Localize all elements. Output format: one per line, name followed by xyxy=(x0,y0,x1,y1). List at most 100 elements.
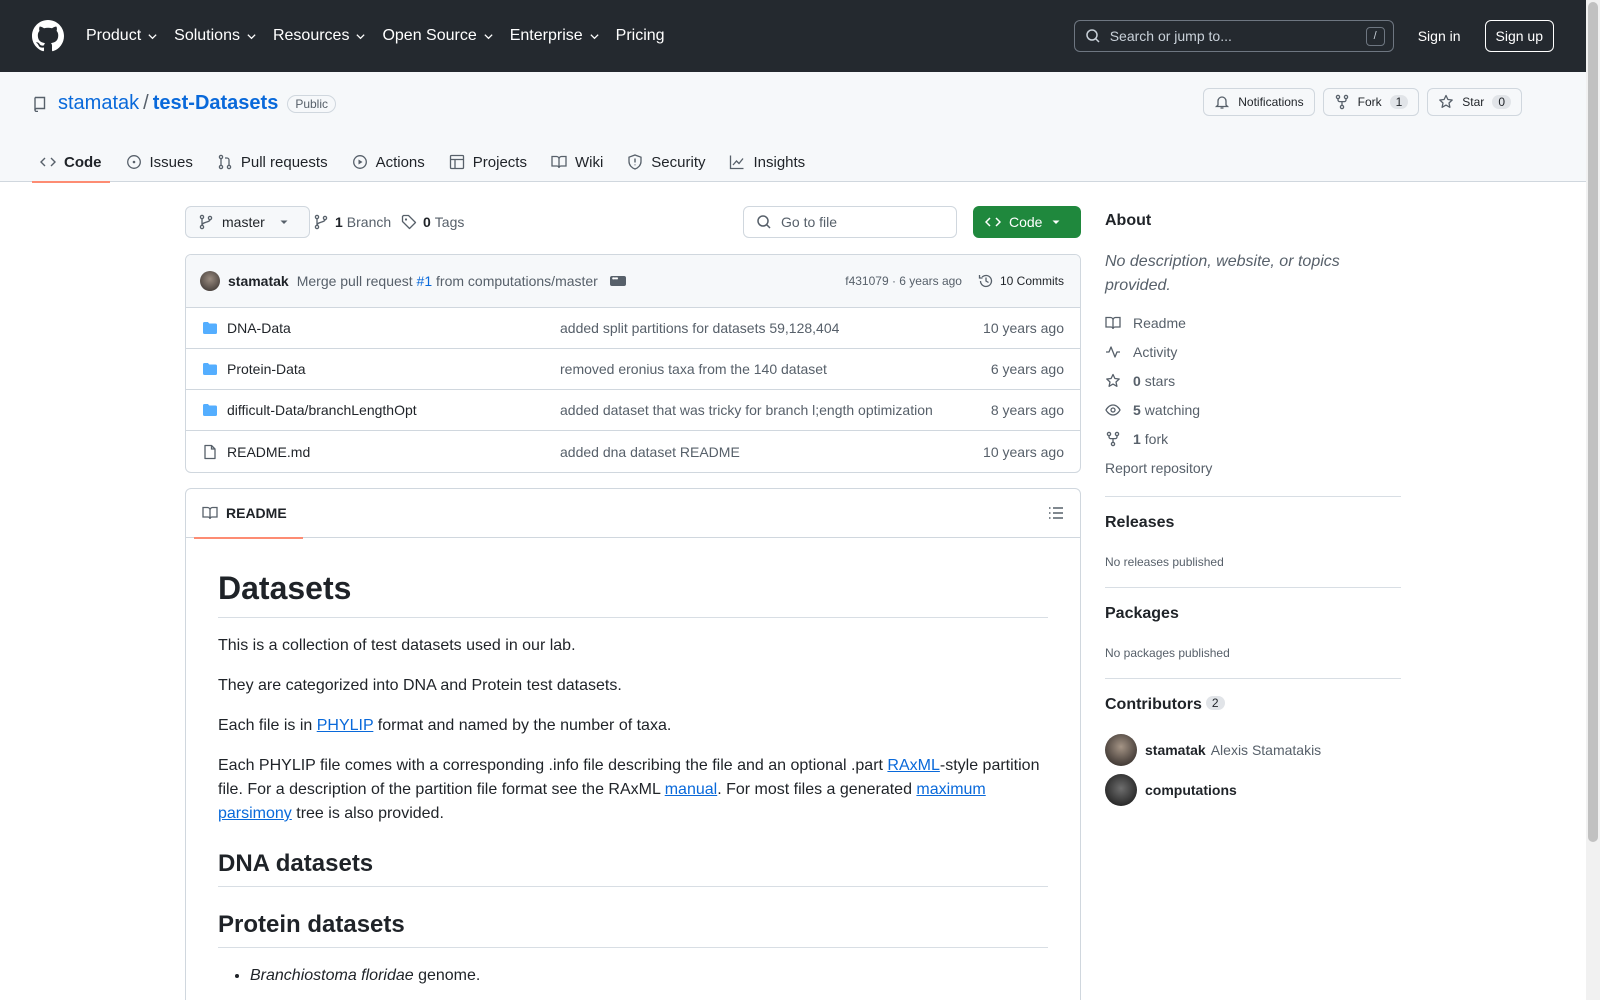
notifications-button[interactable]: Notifications xyxy=(1203,88,1315,116)
list-item: Branchiostoma floridae genome. xyxy=(250,964,1048,988)
tab-issues[interactable]: Issues xyxy=(118,142,201,182)
nav-resources[interactable]: Resources xyxy=(273,27,366,45)
latest-commit-row: stamatak Merge pull request #1 from comp… xyxy=(186,255,1080,308)
commits-history-link[interactable]: 10 Commits xyxy=(978,273,1064,289)
sign-in-link[interactable]: Sign in xyxy=(1410,22,1469,50)
readme-link[interactable]: Readme xyxy=(1105,308,1200,337)
chevron-down-icon xyxy=(356,33,366,39)
star-count: 0 xyxy=(1492,95,1511,109)
commit-message[interactable]: Merge pull request #1 from computations/… xyxy=(297,273,598,289)
file-name[interactable]: DNA-Data xyxy=(227,320,291,336)
tab-pull-requests[interactable]: Pull requests xyxy=(209,142,336,182)
contributor-item[interactable]: computations xyxy=(1105,774,1242,806)
avatar[interactable] xyxy=(1105,774,1137,806)
pulse-icon xyxy=(1106,345,1120,358)
repo-name-link[interactable]: test-Datasets xyxy=(153,92,279,115)
contributor-item[interactable]: stamatak Alexis Stamatakis xyxy=(1105,734,1321,766)
code-dropdown-button[interactable]: Code xyxy=(973,206,1081,238)
manual-link[interactable]: manual xyxy=(665,781,717,798)
avatar[interactable] xyxy=(1105,734,1137,766)
search-placeholder: Search or jump to... xyxy=(1109,28,1232,44)
file-commit-message[interactable]: added split partitions for datasets 59,1… xyxy=(560,320,839,336)
releases-heading[interactable]: Releases xyxy=(1105,514,1174,532)
file-name[interactable]: difficult-Data/branchLengthOpt xyxy=(227,402,417,418)
file-row[interactable]: Protein-Data removed eronius taxa from t… xyxy=(186,349,1080,390)
readme-subheading: DNA datasets xyxy=(218,850,1048,887)
file-row[interactable]: README.md added dna dataset README 10 ye… xyxy=(186,431,1080,472)
nav-pricing[interactable]: Pricing xyxy=(616,27,665,45)
scrollbar-thumb[interactable] xyxy=(1588,2,1598,842)
fork-button[interactable]: Fork 1 xyxy=(1322,88,1420,116)
file-icon xyxy=(204,444,216,459)
chevron-down-icon xyxy=(247,33,256,39)
commit-author[interactable]: stamatak xyxy=(228,273,289,289)
packages-heading[interactable]: Packages xyxy=(1105,605,1179,623)
pr-link[interactable]: #1 xyxy=(417,273,433,289)
tag-count: 0 xyxy=(423,214,431,230)
report-repository-link[interactable]: Report repository xyxy=(1105,460,1212,476)
global-header: Product Solutions Resources Open Source … xyxy=(0,0,1586,72)
repo-owner-link[interactable]: stamatak xyxy=(58,92,139,115)
git-branch-icon xyxy=(199,214,213,230)
branch-selector[interactable]: master xyxy=(185,206,310,238)
readme-tab[interactable]: README xyxy=(194,489,303,539)
tab-insights[interactable]: Insights xyxy=(721,142,813,182)
watching-link[interactable]: 5 watching xyxy=(1105,395,1200,424)
book-icon xyxy=(202,506,218,520)
file-name[interactable]: Protein-Data xyxy=(227,361,306,377)
sidebar-divider xyxy=(1105,496,1401,497)
code-icon xyxy=(40,157,56,167)
tab-code[interactable]: Code xyxy=(32,142,110,183)
phylip-link[interactable]: PHYLIP xyxy=(317,717,374,734)
branches-link[interactable]: 1 Branch xyxy=(313,206,391,238)
github-logo-icon[interactable] xyxy=(32,20,64,52)
list-outline-icon[interactable] xyxy=(1048,505,1064,521)
global-search-input[interactable]: Search or jump to... / xyxy=(1073,20,1394,52)
readme-content: Datasets This is a collection of test da… xyxy=(186,538,1080,1000)
star-icon xyxy=(1106,373,1120,387)
sign-up-button[interactable]: Sign up xyxy=(1484,20,1554,52)
readme-panel: README Datasets This is a collection of … xyxy=(185,488,1081,1000)
tab-wiki[interactable]: Wiki xyxy=(543,142,611,182)
file-date: 6 years ago xyxy=(990,361,1064,377)
file-commit-message[interactable]: added dna dataset README xyxy=(560,444,740,460)
file-row[interactable]: difficult-Data/branchLengthOpt added dat… xyxy=(186,390,1080,431)
contributor-login[interactable]: stamatak xyxy=(1145,742,1206,758)
branch-name: master xyxy=(222,214,265,230)
tab-projects[interactable]: Projects xyxy=(441,142,535,182)
commit-details-toggle[interactable] xyxy=(609,274,626,286)
avatar[interactable] xyxy=(200,271,220,291)
table-icon xyxy=(449,154,464,170)
file-name[interactable]: README.md xyxy=(227,444,310,460)
tags-link[interactable]: 0 Tags xyxy=(401,206,464,238)
page-scrollbar[interactable] xyxy=(1586,0,1600,1000)
forks-link[interactable]: 1 fork xyxy=(1105,424,1200,453)
tab-actions[interactable]: Actions xyxy=(344,142,433,182)
repo-path-separator: / xyxy=(143,92,149,114)
nav-enterprise[interactable]: Enterprise xyxy=(510,27,600,45)
activity-link[interactable]: Activity xyxy=(1105,337,1200,366)
contributor-login[interactable]: computations xyxy=(1145,782,1237,798)
readme-paragraph: Each PHYLIP file comes with a correspond… xyxy=(218,757,1040,822)
repo-actions: Notifications Fork 1 Star 0 xyxy=(1195,88,1522,116)
tab-security[interactable]: Security xyxy=(619,142,713,182)
file-browser: stamatak Merge pull request #1 from comp… xyxy=(185,254,1081,473)
file-row[interactable]: DNA-Data added split partitions for data… xyxy=(186,308,1080,349)
contributors-heading[interactable]: Contributors 2 xyxy=(1105,696,1225,714)
branch-count: 1 xyxy=(335,214,343,230)
star-button[interactable]: Star 0 xyxy=(1427,88,1522,116)
nav-open-source[interactable]: Open Source xyxy=(382,27,493,45)
nav-product[interactable]: Product xyxy=(86,27,158,45)
shield-icon xyxy=(628,154,642,170)
stars-link[interactable]: 0 stars xyxy=(1105,366,1200,395)
file-commit-message[interactable]: added dataset that was tricky for branch… xyxy=(560,402,933,418)
nav-solutions[interactable]: Solutions xyxy=(174,27,257,45)
go-to-file-input[interactable]: Go to file xyxy=(743,206,957,238)
file-commit-message[interactable]: removed eronius taxa from the 140 datase… xyxy=(560,361,827,377)
repo-icon xyxy=(34,96,46,112)
commit-hash-time[interactable]: f431079 · 6 years ago xyxy=(845,274,962,288)
tag-icon xyxy=(401,214,417,230)
raxml-link[interactable]: RAxML xyxy=(887,757,939,774)
repo-title: stamatak / test-Datasets Public xyxy=(32,92,337,115)
main-nav: Product Solutions Resources Open Source … xyxy=(86,27,681,45)
